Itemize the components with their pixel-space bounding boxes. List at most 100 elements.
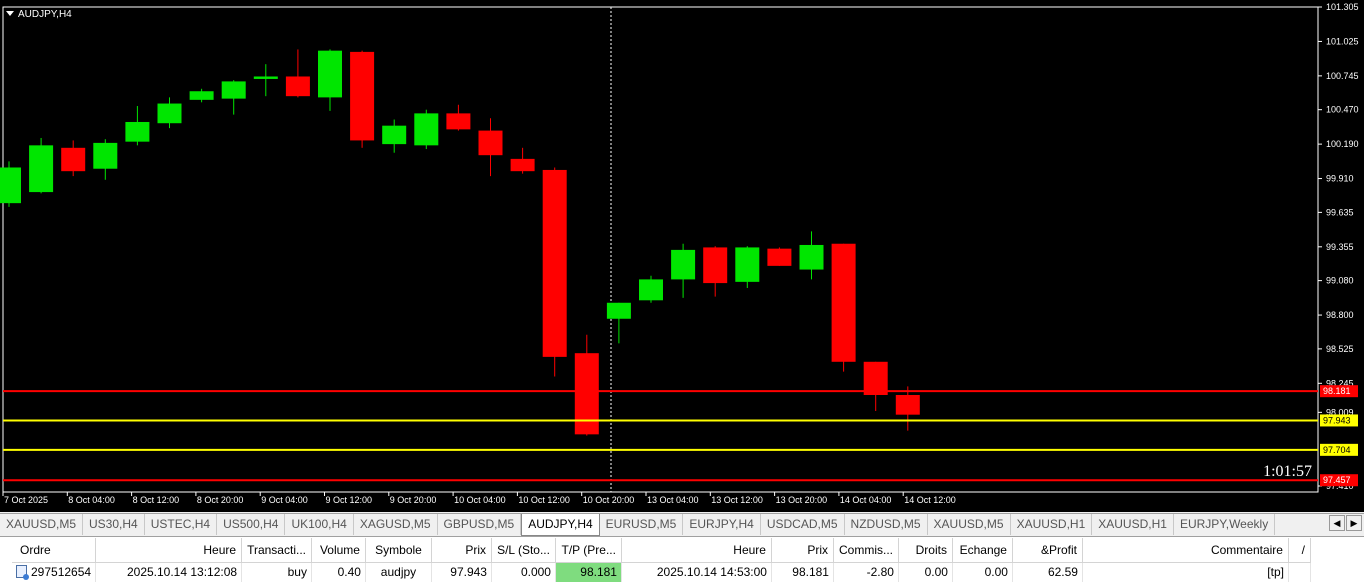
tab-eurjpy-h4[interactable]: EURJPY,H4 (683, 514, 761, 535)
tab-us30-h4[interactable]: US30,H4 (83, 514, 145, 535)
table-cell: 0.00 (898, 562, 953, 582)
tab-eurjpy-weekly[interactable]: EURJPY,Weekly (1174, 514, 1276, 535)
chart-tabs: XAUUSD,M5 US30,H4 USTEC,H4 US500,H4 UK100,H4… (0, 513, 1364, 536)
candle-body (863, 361, 888, 395)
candle-body (574, 353, 599, 435)
table-cell: 62.59 (1012, 562, 1083, 582)
column-header[interactable]: / (1288, 538, 1311, 563)
tab-xagusd-m5[interactable]: XAGUSD,M5 (354, 514, 438, 535)
x-tick-label: 13 Oct 20:00 (776, 495, 828, 505)
column-header[interactable]: Droits (898, 538, 953, 563)
table-cell: buy (241, 562, 312, 582)
candle-body (510, 158, 535, 172)
table-cell: 98.181 (555, 562, 622, 582)
tab-scroll-arrows: ◀ ▶ (1328, 515, 1362, 531)
column-header[interactable]: Heure (621, 538, 772, 563)
candle-body (0, 167, 21, 204)
candle-body (606, 302, 631, 319)
y-tick-label: 98.800 (1326, 310, 1354, 320)
tab-ustec-h4[interactable]: USTEC,H4 (145, 514, 218, 535)
x-tick-label: 14 Oct 12:00 (904, 495, 956, 505)
candle-body (478, 130, 503, 156)
x-tick-label: 8 Oct 12:00 (133, 495, 180, 505)
x-tick-label: 10 Oct 12:00 (518, 495, 570, 505)
y-tick-label: 100.190 (1326, 139, 1359, 149)
tab-nzdusd-m5[interactable]: NZDUSD,M5 (845, 514, 928, 535)
order-id: 297512654 (31, 565, 92, 580)
tab-scroll-right-icon[interactable]: ▶ (1346, 515, 1362, 531)
tab-scroll-left-icon[interactable]: ◀ (1329, 515, 1345, 531)
candle-body (414, 113, 439, 146)
chart-symbol-label[interactable]: AUDJPY,H4 (6, 9, 72, 20)
y-tick-label: 101.025 (1326, 36, 1359, 46)
candle-body (29, 145, 54, 193)
column-header[interactable]: T/P (Pre... (555, 538, 622, 563)
table-cell: 98.181 (771, 562, 834, 582)
tab-xauusd-h1[interactable]: XAUUSD,H1 (1011, 514, 1093, 535)
table-cell: 97.943 (431, 562, 492, 582)
tab-audjpy-h4[interactable]: AUDJPY,H4 (521, 514, 600, 536)
candle-body (285, 76, 310, 97)
column-header[interactable]: Heure (95, 538, 243, 563)
x-tick-label: 7 Oct 2025 (4, 495, 48, 505)
column-header[interactable]: S/L (Sto... (491, 538, 556, 563)
column-header[interactable]: Transacti... (241, 538, 312, 563)
price-level-label: 98.181 (1323, 386, 1351, 396)
y-tick-label: 99.635 (1326, 207, 1354, 217)
table-cell (1288, 562, 1311, 582)
candle-body (703, 247, 728, 284)
tab-eurusd-m5[interactable]: EURUSD,M5 (600, 514, 684, 535)
symbol-text: AUDJPY,H4 (18, 9, 72, 20)
tab-uk100-h4[interactable]: UK100,H4 (285, 514, 354, 535)
column-header[interactable]: Prix (431, 538, 492, 563)
table-cell: 297512654 (12, 562, 97, 582)
candle-body (671, 249, 696, 280)
candle-countdown: 1:01:57 (1263, 463, 1312, 480)
column-header[interactable]: Symbole (365, 538, 432, 563)
x-tick-label: 9 Oct 04:00 (261, 495, 308, 505)
table-row[interactable]: 297512654 2025.10.14 13:12:08 buy 0.40 audjp… (12, 562, 1311, 582)
x-tick-label: 9 Oct 20:00 (390, 495, 437, 505)
chart-canvas[interactable]: 101.305 101.025 100.745 100.470 100.190 99.91… (0, 0, 1364, 512)
mt4-window: 101.305 101.025 100.745 100.470 100.190 99.91… (0, 0, 1364, 585)
tab-xauusd-h1[interactable]: XAUUSD,H1 (1092, 514, 1174, 535)
y-tick-label: 98.525 (1326, 344, 1354, 354)
candle-body (189, 91, 214, 100)
table-cell: 0.40 (311, 562, 366, 582)
candle-body (767, 248, 792, 266)
column-header[interactable]: Prix (771, 538, 834, 563)
candle-body (125, 121, 150, 142)
x-tick-label: 8 Oct 20:00 (197, 495, 244, 505)
order-icon (16, 565, 29, 581)
candle-body (350, 51, 375, 141)
x-tick-label: 13 Oct 12:00 (711, 495, 763, 505)
candle-body (221, 81, 246, 99)
column-header[interactable]: Volume (311, 538, 366, 563)
candle-body (895, 394, 920, 415)
column-header[interactable]: Commentaire (1082, 538, 1289, 563)
y-tick-label: 100.745 (1326, 71, 1359, 81)
candle-body (93, 142, 118, 169)
y-tick-label: 99.355 (1326, 242, 1354, 252)
candle-body (253, 76, 278, 79)
column-header[interactable]: Ordre (12, 538, 97, 563)
table-cell: 0.000 (491, 562, 556, 582)
price-level-label: 97.943 (1323, 415, 1351, 425)
tab-xauusd-m5[interactable]: XAUUSD,M5 (0, 514, 84, 535)
tab-us500-h4[interactable]: US500,H4 (217, 514, 286, 535)
tab-usdcad-m5[interactable]: USDCAD,M5 (761, 514, 845, 535)
candle-body (446, 113, 471, 130)
price-chart[interactable]: 101.305 101.025 100.745 100.470 100.190 99.91… (0, 0, 1364, 512)
table-cell: 2025.10.14 14:53:00 (621, 562, 772, 582)
tab-xauusd-m5[interactable]: XAUUSD,M5 (928, 514, 1011, 535)
x-tick-label: 10 Oct 04:00 (454, 495, 506, 505)
column-header[interactable]: &Profit (1012, 538, 1083, 563)
column-header[interactable]: Echange (952, 538, 1013, 563)
tab-gbpusd-m5[interactable]: GBPUSD,M5 (438, 514, 522, 535)
candle-body (639, 279, 663, 301)
price-level-label: 97.457 (1323, 475, 1351, 485)
x-tick-label: 10 Oct 20:00 (583, 495, 635, 505)
candle-body (157, 103, 182, 124)
column-header[interactable]: Commis... (833, 538, 899, 563)
candle-body (382, 125, 407, 145)
